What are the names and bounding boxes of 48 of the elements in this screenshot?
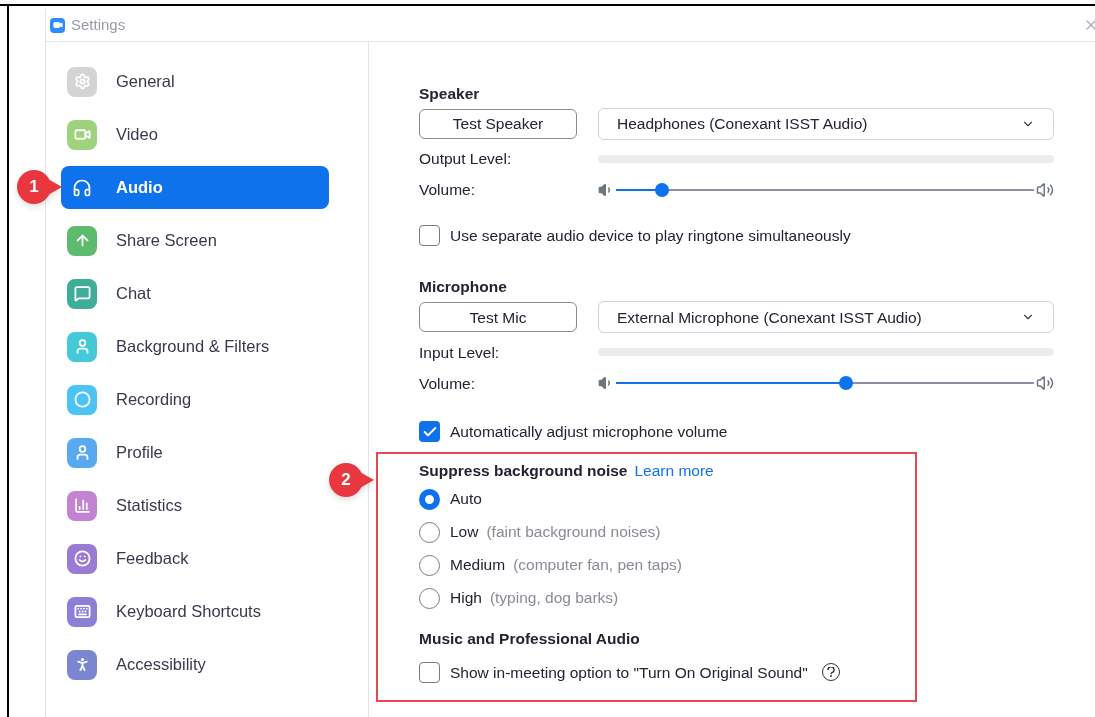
level-label: Output Level: [419, 149, 513, 170]
volume-label: Volume: [419, 180, 476, 201]
sidebar-item[interactable]: Video [61, 113, 329, 156]
radio-button[interactable] [419, 554, 440, 576]
checkbox[interactable] [419, 661, 440, 683]
checkbox[interactable] [419, 421, 440, 443]
test-button[interactable]: Test Speaker [419, 109, 577, 139]
sidebar-item[interactable]: Profile [61, 431, 329, 474]
sidebar-item[interactable]: Background & Filters [61, 325, 329, 368]
sidebar-item[interactable]: Share Screen [61, 219, 329, 262]
device-dropdown[interactable]: Headphones (Conexant ISST Audio) [598, 108, 1054, 140]
radio-button[interactable] [419, 488, 440, 510]
section-heading: Speaker [419, 84, 481, 104]
radio-label: Low [450, 522, 479, 543]
volume-label: Volume: [419, 373, 476, 394]
radio-hint: (typing, dog barks) [489, 588, 619, 609]
radio-hint: (computer fan, pen taps) [513, 555, 682, 576]
checkbox-label: Use separate audio device to play ringtone simultaneously [450, 226, 851, 246]
sidebar-item[interactable]: Audio [61, 166, 329, 209]
section-heading: Microphone [419, 277, 508, 298]
checkbox-label: Show in-meeting option to "Turn On Original Sound" [450, 662, 808, 683]
sidebar-item[interactable]: Accessibility [61, 643, 329, 686]
volume-slider[interactable] [616, 183, 1034, 197]
radio-label: Auto [450, 489, 482, 510]
checkbox-label: Automatically adjust microphone volume [450, 422, 728, 443]
volume-slider[interactable] [616, 376, 1034, 391]
sidebar-item[interactable]: Recording [61, 378, 329, 421]
section-heading: Music and Professional Audio [419, 628, 641, 649]
checkbox[interactable] [419, 225, 440, 247]
radio-button[interactable] [419, 587, 440, 609]
sidebar-item[interactable]: Chat [61, 272, 329, 315]
sidebar-item[interactable]: Keyboard Shortcuts [61, 590, 329, 633]
level-label: Input Level: [419, 342, 501, 363]
radio-label: Medium [450, 555, 506, 576]
section-heading: Suppress background noise [419, 460, 628, 481]
radio-button[interactable] [419, 521, 440, 543]
speaker-high-icon [1036, 374, 1054, 393]
radio-hint: (faint background noises) [486, 522, 661, 543]
radio-label: High [450, 588, 482, 609]
sidebar-item[interactable]: Feedback [61, 537, 329, 580]
learn-more-link[interactable]: Learn more [634, 458, 714, 482]
speaker-high-icon [1036, 181, 1054, 199]
sidebar-item[interactable]: Statistics [61, 484, 329, 527]
device-dropdown[interactable]: External Microphone (Conexant ISST Audio) [598, 301, 1054, 334]
test-button[interactable]: Test Mic [419, 302, 577, 333]
sidebar-item[interactable]: General [61, 60, 329, 103]
app-logo-icon [50, 17, 65, 33]
window-title: Settings [71, 14, 126, 35]
